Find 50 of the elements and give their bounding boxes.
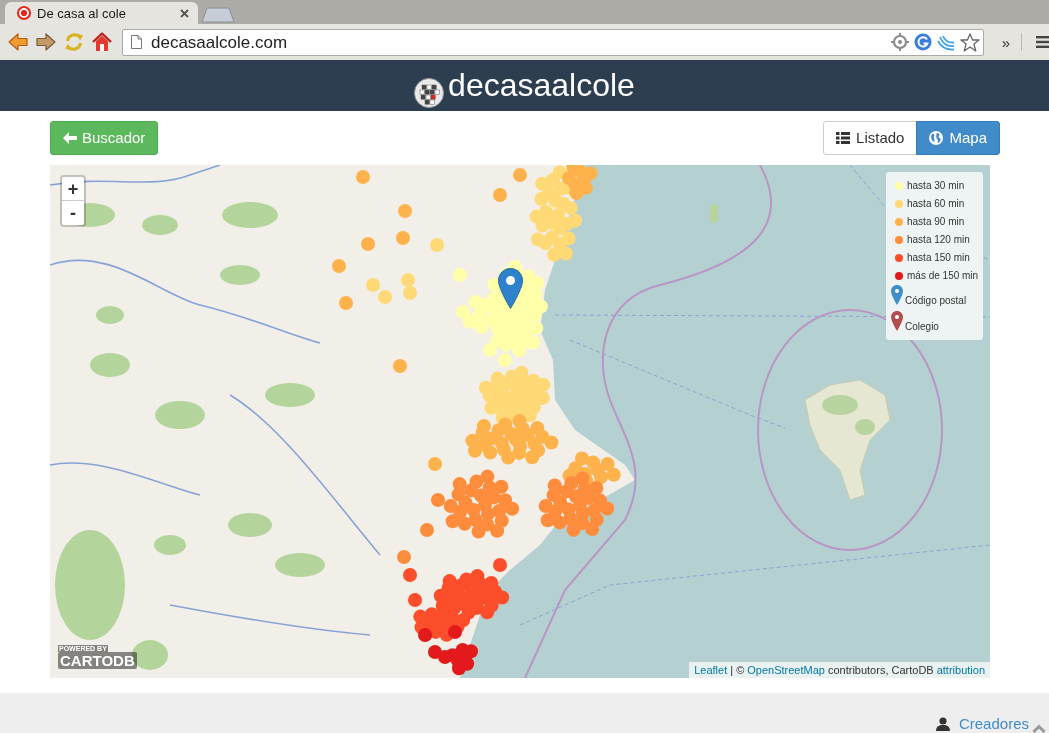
favicon-icon <box>17 6 31 20</box>
legend-label: Código postal <box>905 296 967 306</box>
page-icon <box>131 35 142 49</box>
list-icon <box>836 132 851 144</box>
logo-icon <box>414 78 445 108</box>
credit-link[interactable]: OpenStreetMap <box>747 664 825 676</box>
back-icon[interactable] <box>7 31 29 53</box>
cartodb-logo[interactable]: CARTODB <box>58 652 137 669</box>
view-tab[interactable]: Mapa <box>916 121 1000 155</box>
view-tab[interactable]: Listado <box>823 121 918 155</box>
forest-patch <box>96 306 124 324</box>
legend-label: más de 150 min <box>907 271 979 281</box>
forest-patch <box>222 202 278 228</box>
forest-patch <box>132 640 168 670</box>
forest-patch <box>142 215 178 235</box>
wave-icon[interactable] <box>936 33 955 51</box>
forest-patch <box>275 553 325 577</box>
legend-label: Colegio <box>905 322 939 332</box>
address-field[interactable]: decasaalcole.com <box>122 28 984 56</box>
credit-link[interactable]: Leaflet <box>694 664 728 676</box>
attribution-text: Leaflet | © OpenStreetMap contributors, CartoDB attribution <box>689 662 990 678</box>
zoom-in-button[interactable]: + <box>62 177 84 201</box>
legend-label: hasta 150 min <box>907 253 970 263</box>
scroll-top-icon[interactable] <box>1032 724 1046 733</box>
forest-patch <box>228 513 272 537</box>
arrow-left-icon <box>63 132 77 144</box>
home-icon[interactable] <box>91 31 113 53</box>
forest-patch <box>90 353 130 377</box>
star-icon[interactable] <box>959 32 980 52</box>
forest-patch <box>265 383 315 407</box>
zoom-out-button[interactable]: - <box>62 201 84 225</box>
legend-label: hasta 120 min <box>907 235 970 245</box>
overflow-button[interactable]: » <box>1001 34 1010 50</box>
map-marker-icon[interactable] <box>498 268 523 309</box>
user-icon <box>935 716 950 731</box>
islet-shape <box>710 205 718 222</box>
close-icon[interactable] <box>180 8 189 18</box>
legend-label: hasta 60 min <box>907 199 965 209</box>
globe-icon <box>929 131 944 145</box>
forest-patch <box>155 401 205 429</box>
forest-patch <box>220 265 260 285</box>
legend-label: hasta 90 min <box>907 217 965 227</box>
browser-tab[interactable]: De casa al cole <box>5 2 198 24</box>
menu-icon[interactable] <box>1036 36 1049 48</box>
brand-title[interactable]: decasaalcole <box>448 68 635 103</box>
forward-icon[interactable] <box>35 31 57 53</box>
legend-label: hasta 30 min <box>907 181 965 191</box>
credit-link[interactable]: attribution <box>936 664 985 676</box>
forest-patch <box>154 535 186 555</box>
crosshair-icon[interactable] <box>890 33 909 51</box>
